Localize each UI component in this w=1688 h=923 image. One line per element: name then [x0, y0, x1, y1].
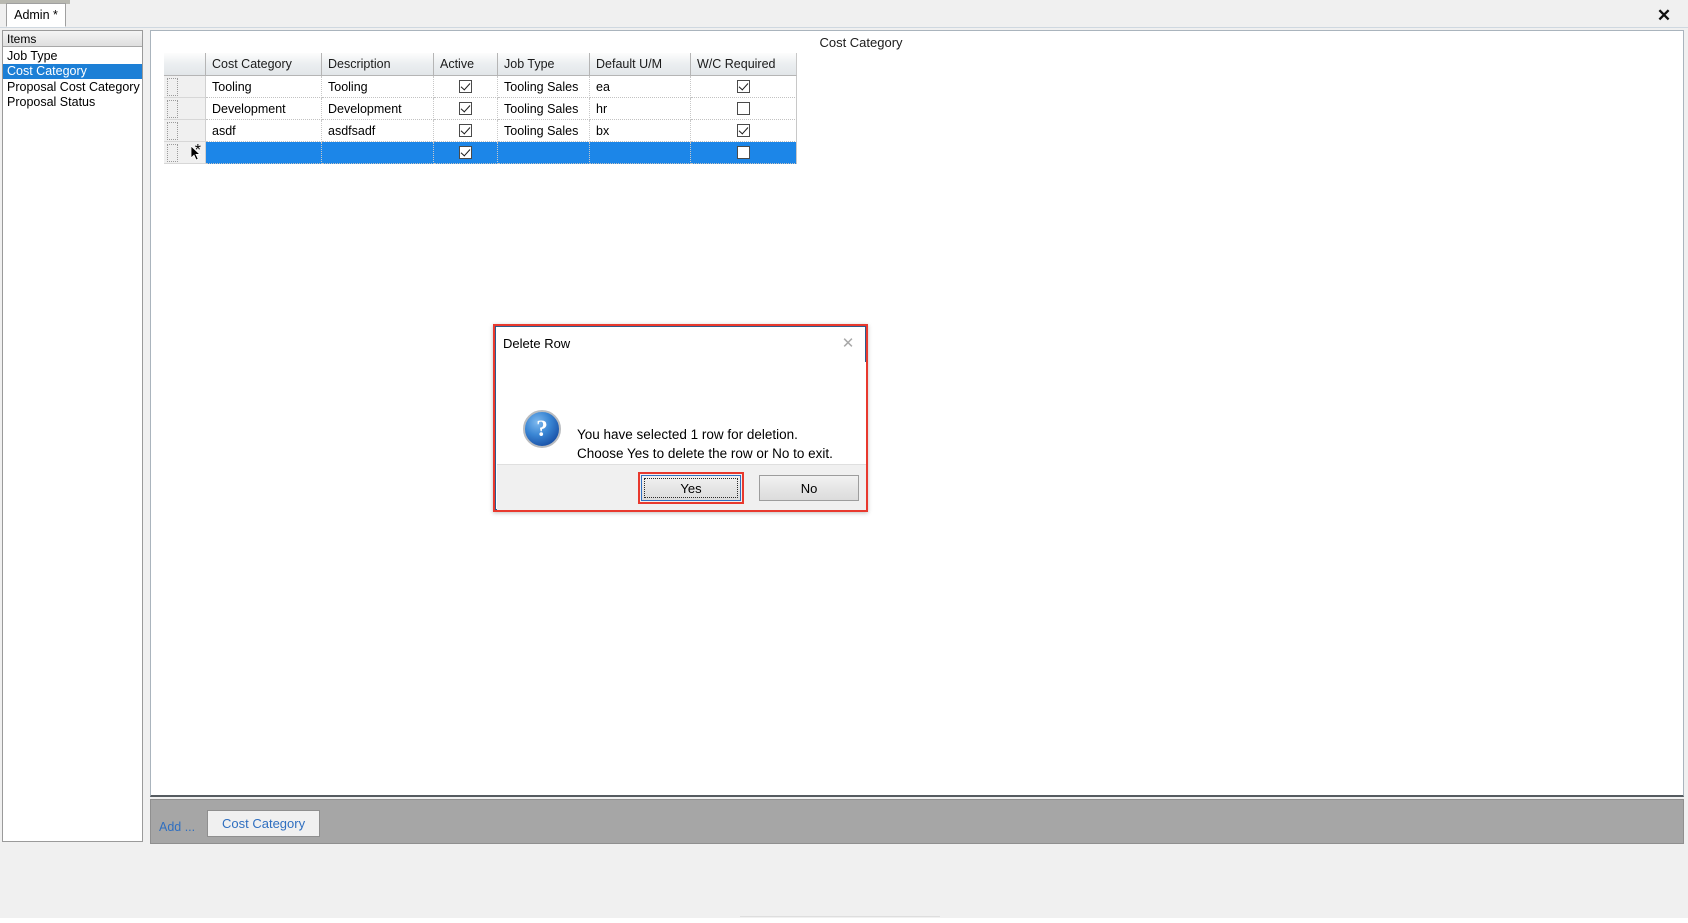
- sidebar: Items Job Type Cost Category Proposal Co…: [2, 30, 143, 842]
- table-row[interactable]: asdf asdfsadf Tooling Sales bx: [164, 120, 808, 142]
- checkbox-active[interactable]: [459, 146, 472, 159]
- cell-description[interactable]: Development: [322, 98, 434, 120]
- cell-cost-category[interactable]: [206, 142, 322, 164]
- cost-category-grid: Cost Category Description Active Job Typ…: [164, 53, 808, 164]
- application-window: Admin * ✕ Items Job Type Cost Category P…: [0, 0, 1688, 923]
- delete-row-dialog: Delete Row ✕ ? You have selected 1 row f…: [493, 324, 868, 512]
- cell-default-um[interactable]: hr: [590, 98, 691, 120]
- column-header-active[interactable]: Active: [434, 53, 498, 76]
- column-header-wc-required[interactable]: W/C Required: [691, 53, 797, 76]
- checkbox-active[interactable]: [459, 102, 472, 115]
- sidebar-item-label: Cost Category: [7, 64, 87, 79]
- checkbox-active[interactable]: [459, 80, 472, 93]
- sidebar-item-cost-category[interactable]: Cost Category: [3, 63, 142, 79]
- cell-cost-category[interactable]: Tooling: [206, 76, 322, 98]
- sidebar-item-label: Job Type: [7, 48, 58, 63]
- tab-admin[interactable]: Admin *: [6, 3, 66, 27]
- dialog-message: You have selected 1 row for deletion. Ch…: [577, 426, 833, 463]
- bottom-toolbar: Add ... Cost Category: [150, 799, 1684, 844]
- cell-cost-category[interactable]: Development: [206, 98, 322, 120]
- no-button-label: No: [800, 480, 818, 496]
- bottom-tab-label: Cost Category: [222, 816, 306, 831]
- cell-cost-category[interactable]: asdf: [206, 120, 322, 142]
- table-row[interactable]: Tooling Tooling Tooling Sales ea: [164, 76, 808, 98]
- bottom-hint-line: [740, 916, 940, 919]
- mouse-cursor-icon: [191, 146, 202, 161]
- dialog-close-icon[interactable]: ✕: [839, 334, 857, 352]
- checkbox-wc-required[interactable]: [737, 80, 750, 93]
- row-header[interactable]: [164, 98, 206, 120]
- question-icon-glyph: ?: [536, 416, 548, 441]
- sidebar-item-proposal-cost-category[interactable]: Proposal Cost Category: [3, 79, 142, 95]
- column-header-job-type[interactable]: Job Type: [498, 53, 590, 76]
- bottom-tab-cost-category[interactable]: Cost Category: [207, 810, 321, 837]
- cell-job-type[interactable]: Tooling Sales: [498, 120, 590, 142]
- row-rail: [167, 144, 178, 162]
- cell-job-type[interactable]: Tooling Sales: [498, 98, 590, 120]
- new-row-header[interactable]: *: [164, 142, 206, 164]
- page-title: Cost Category: [819, 35, 903, 50]
- cell-job-type[interactable]: Tooling Sales: [498, 76, 590, 98]
- grid-header-row: Cost Category Description Active Job Typ…: [164, 53, 808, 76]
- cell-description[interactable]: Tooling: [322, 76, 434, 98]
- grid-corner-header: [164, 53, 206, 76]
- cell-default-um[interactable]: ea: [590, 76, 691, 98]
- checkbox-wc-required[interactable]: [737, 124, 750, 137]
- sidebar-item-label: Proposal Cost Category: [7, 79, 140, 94]
- yes-button-label: Yes: [680, 480, 702, 496]
- cell-active[interactable]: [434, 120, 498, 142]
- row-rail: [167, 78, 178, 96]
- row-rail: [167, 122, 178, 140]
- cell-wc-required[interactable]: [691, 142, 797, 164]
- row-header[interactable]: [164, 76, 206, 98]
- checkbox-active[interactable]: [459, 124, 472, 137]
- column-header-description[interactable]: Description: [322, 53, 434, 76]
- add-button[interactable]: Add ...: [159, 820, 195, 834]
- dialog-title: Delete Row: [503, 336, 571, 351]
- dialog-message-line-2: Choose Yes to delete the row or No to ex…: [577, 445, 833, 461]
- tabstrip-underline: [0, 27, 1688, 28]
- column-header-default-um[interactable]: Default U/M: [590, 53, 691, 76]
- dialog-body: ? You have selected 1 row for deletion. …: [497, 362, 866, 472]
- column-header-cost-category[interactable]: Cost Category: [206, 53, 322, 76]
- dialog-message-line-1: You have selected 1 row for deletion.: [577, 427, 798, 442]
- yes-button[interactable]: Yes: [641, 475, 741, 501]
- dialog-inner: Delete Row ✕ ? You have selected 1 row f…: [495, 326, 866, 510]
- sidebar-item-job-type[interactable]: Job Type: [3, 48, 142, 64]
- cell-description[interactable]: [322, 142, 434, 164]
- no-button[interactable]: No: [759, 475, 859, 501]
- cell-active[interactable]: [434, 76, 498, 98]
- cell-wc-required[interactable]: [691, 98, 797, 120]
- cell-wc-required[interactable]: [691, 120, 797, 142]
- tab-admin-label: Admin *: [14, 7, 58, 22]
- sidebar-item-proposal-status[interactable]: Proposal Status: [3, 95, 142, 111]
- row-rail: [167, 100, 178, 118]
- cell-active[interactable]: [434, 98, 498, 120]
- table-row-new[interactable]: *: [164, 142, 808, 164]
- sidebar-list: Job Type Cost Category Proposal Cost Cat…: [3, 48, 142, 110]
- close-icon[interactable]: ✕: [1654, 5, 1674, 25]
- cell-wc-required[interactable]: [691, 76, 797, 98]
- main-panel: Cost Category Cost Category Description …: [150, 30, 1684, 797]
- row-header[interactable]: [164, 120, 206, 142]
- sidebar-header: Items: [3, 31, 142, 47]
- table-row[interactable]: Development Development Tooling Sales hr: [164, 98, 808, 120]
- dialog-footer: Yes No: [497, 464, 866, 510]
- cell-default-um[interactable]: [590, 142, 691, 164]
- question-icon: ?: [523, 410, 561, 448]
- cell-job-type[interactable]: [498, 142, 590, 164]
- checkbox-wc-required[interactable]: [737, 146, 750, 159]
- checkbox-wc-required[interactable]: [737, 102, 750, 115]
- cell-active[interactable]: [434, 142, 498, 164]
- cell-default-um[interactable]: bx: [590, 120, 691, 142]
- sidebar-item-label: Proposal Status: [7, 95, 96, 110]
- cell-description[interactable]: asdfsadf: [322, 120, 434, 142]
- titlebar: Admin * ✕: [0, 0, 1688, 28]
